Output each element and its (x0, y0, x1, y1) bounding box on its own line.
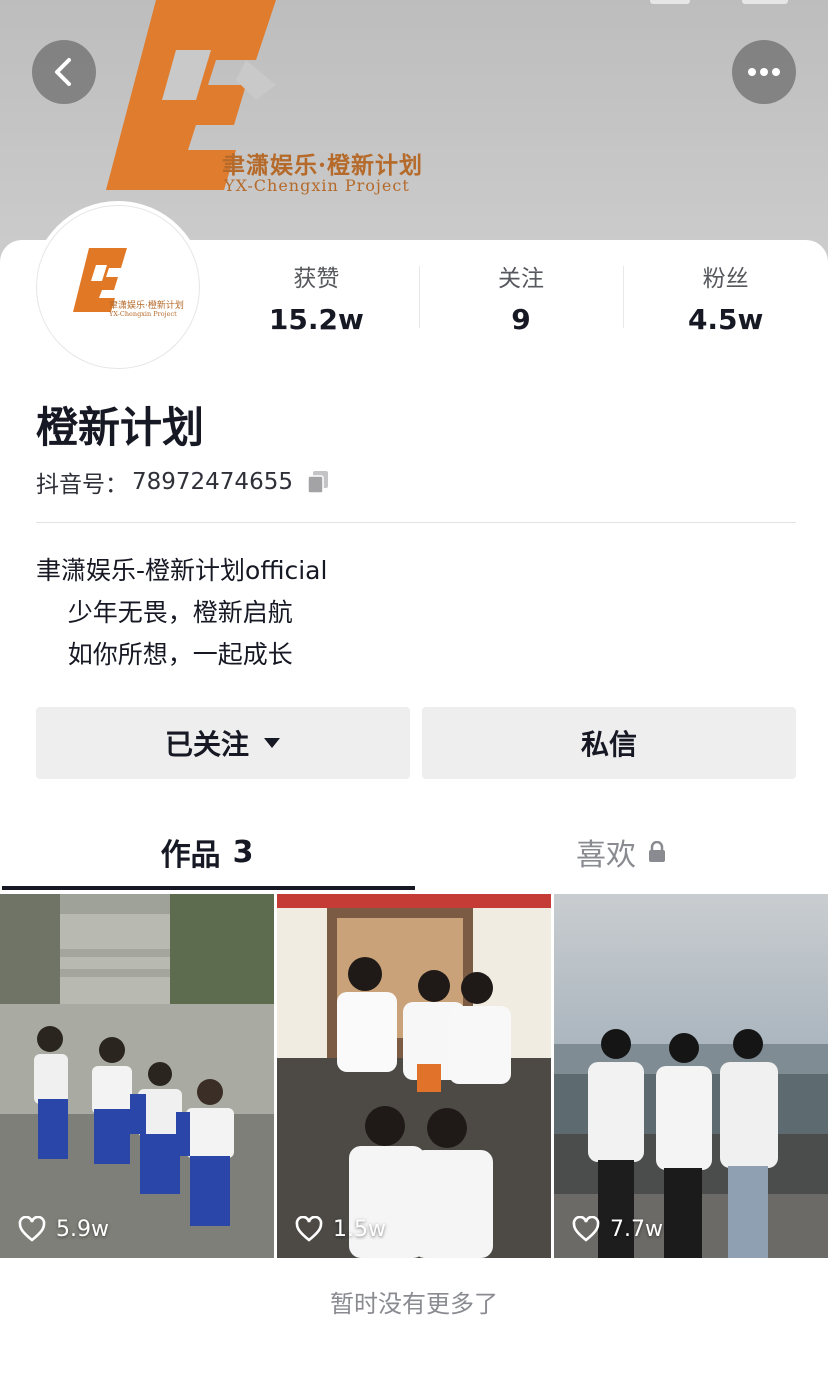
tab-works-count: 3 (232, 834, 254, 870)
message-button-label: 私信 (580, 728, 637, 761)
avatar-brand-subtitle: YX-Chengxin Project (109, 310, 177, 318)
caret-down-icon (264, 738, 280, 748)
more-dots-icon (748, 68, 780, 76)
douyin-id-value: 78972474655 (132, 469, 293, 495)
tab-likes-label: 喜欢 (576, 838, 636, 873)
stat-likes[interactable]: 获赞 15.2w (214, 264, 419, 336)
lock-icon (649, 841, 665, 862)
followed-button[interactable]: 已关注 (36, 707, 410, 779)
douyin-id-row: 抖音号： 78972474655 (36, 466, 331, 498)
tab-works[interactable]: 作品 3 (0, 812, 414, 892)
cover-brand-subtitle: YX-Chengxin Project (224, 176, 410, 195)
video-tile[interactable]: 1.5w (277, 894, 551, 1258)
tab-likes[interactable]: 喜欢 (414, 812, 828, 892)
back-button[interactable] (32, 40, 96, 104)
more-options-button[interactable] (732, 40, 796, 104)
bio-line: 如你所想，一起成长 (36, 640, 293, 669)
douyin-id-label: 抖音号： (36, 472, 128, 498)
video-like-count: 7.7w (572, 1216, 663, 1242)
stat-value: 4.5w (687, 303, 764, 336)
stat-label: 粉丝 (702, 266, 749, 292)
video-like-count: 1.5w (295, 1216, 386, 1242)
no-more-content-note: 暂时没有更多了 (330, 1290, 498, 1318)
stat-value: 9 (511, 303, 531, 336)
chevron-left-icon (55, 58, 71, 86)
profile-stats: 获赞 15.2w 关注 9 粉丝 4.5w (214, 264, 828, 336)
divider (36, 522, 796, 523)
stat-label: 关注 (498, 266, 544, 292)
video-tile[interactable]: 7.7w (554, 894, 828, 1258)
stat-followers[interactable]: 粉丝 4.5w (623, 264, 828, 336)
bio-line: 聿潇娱乐-橙新计划official (36, 556, 328, 585)
copy-icon[interactable] (305, 469, 331, 495)
followed-button-label: 已关注 (164, 728, 249, 761)
like-count-text: 5.9w (56, 1216, 109, 1242)
video-thumbnail (554, 894, 828, 1258)
bio-line: 少年无畏，橙新启航 (36, 598, 293, 627)
cover-brand-name: 聿潇娱乐·橙新计划 (222, 152, 424, 179)
video-like-count: 5.9w (18, 1216, 109, 1242)
like-count-text: 1.5w (333, 1216, 386, 1242)
profile-bio: 聿潇娱乐-橙新计划official 少年无畏，橙新启航 如你所想，一起成长 (36, 550, 327, 676)
heart-icon (572, 1216, 600, 1242)
video-tile[interactable]: 5.9w (0, 894, 274, 1258)
heart-icon (295, 1216, 323, 1242)
battery-icon (742, 0, 788, 4)
video-grid: 5.9w 1.5w 7.7w (0, 894, 828, 1258)
heart-icon (18, 1216, 46, 1242)
active-tab-indicator (2, 886, 415, 890)
message-button[interactable]: 私信 (422, 707, 796, 779)
video-thumbnail (277, 894, 551, 1258)
stat-value: 15.2w (268, 303, 364, 336)
signal-icon (650, 0, 690, 4)
stat-label: 获赞 (293, 266, 340, 292)
video-thumbnail (0, 894, 274, 1258)
tab-works-label: 作品 (160, 838, 221, 873)
avatar[interactable]: 聿潇娱乐·橙新计划 YX-Chengxin Project (36, 205, 200, 369)
profile-nickname: 橙新计划 (36, 403, 205, 452)
content-tabs: 作品 3 喜欢 (0, 812, 828, 892)
like-count-text: 7.7w (610, 1216, 663, 1242)
stat-following[interactable]: 关注 9 (418, 264, 624, 336)
